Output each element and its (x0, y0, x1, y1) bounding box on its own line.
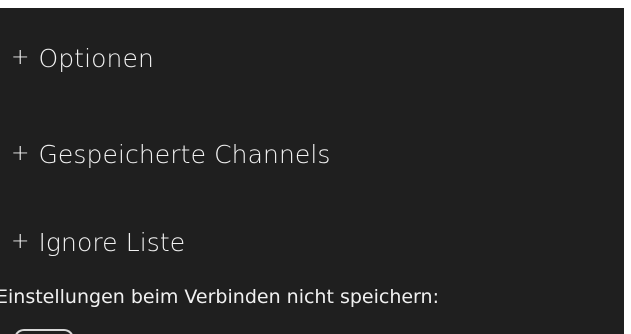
settings-panel: + Optionen + Gespeicherte Channels + Ign… (0, 8, 624, 334)
expander-label: Ignore Liste (38, 227, 186, 257)
expand-plus-icon: + (11, 45, 30, 70)
expander-label: Optionen (38, 43, 154, 73)
expander-saved-channels[interactable]: + Gespeicherte Channels (11, 134, 331, 174)
expander-label: Gespeicherte Channels (38, 139, 331, 169)
expander-optionen[interactable]: + Optionen (11, 38, 154, 78)
dont-save-settings-toggle[interactable] (14, 329, 74, 334)
dont-save-settings-label: Einstellungen beim Verbinden nicht speic… (0, 286, 439, 308)
expander-ignore-list[interactable]: + Ignore Liste (11, 222, 185, 262)
expand-plus-icon: + (11, 141, 30, 166)
expand-plus-icon: + (11, 229, 30, 254)
